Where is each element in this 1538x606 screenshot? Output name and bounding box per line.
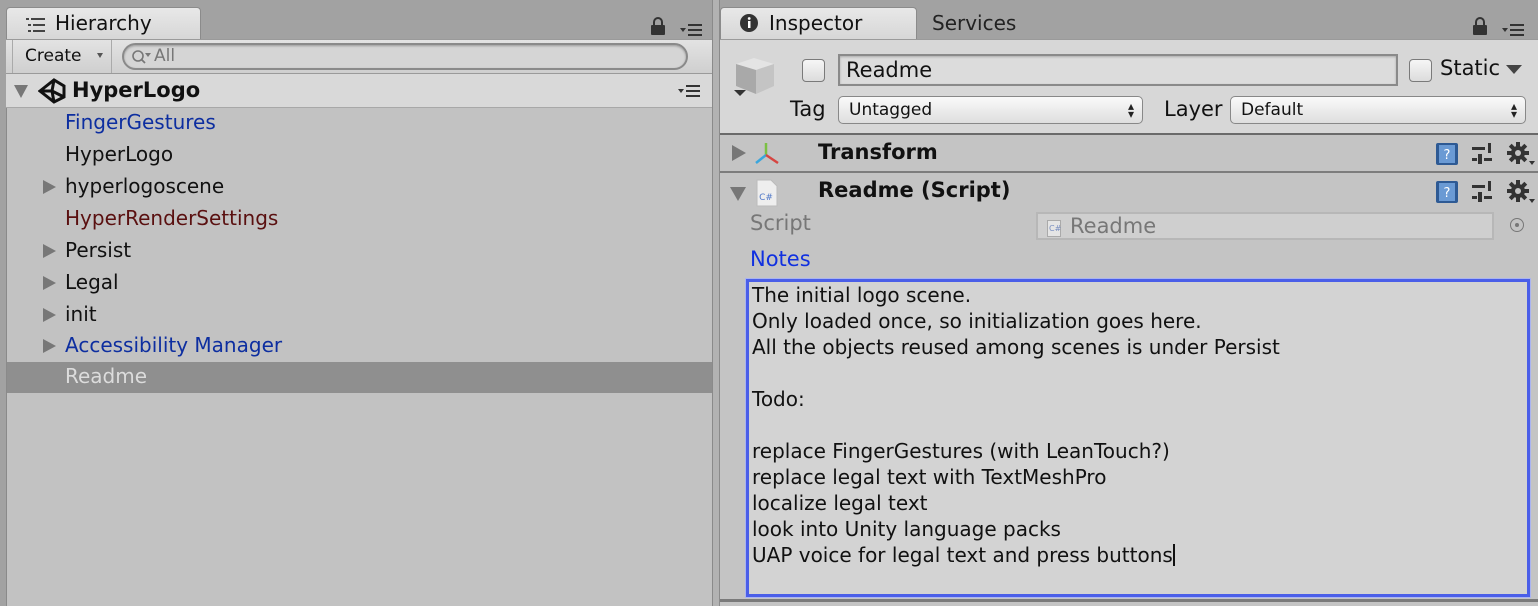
tab-hierarchy-label: Hierarchy: [55, 11, 152, 35]
hierarchy-item-selected[interactable]: Readme: [7, 362, 712, 393]
script-object-field[interactable]: C# Readme: [1036, 212, 1494, 240]
hierarchy-panel: Hierarchy Create All HyperLogo FingerGes…: [0, 0, 714, 606]
static-checkbox[interactable]: [1409, 59, 1432, 82]
hierarchy-tree: FingerGestures HyperLogo hyperlogoscene …: [6, 108, 712, 606]
expand-arrow-icon[interactable]: [732, 145, 746, 161]
svg-text:?: ?: [1444, 148, 1451, 163]
scene-name: HyperLogo: [72, 78, 201, 102]
lock-icon[interactable]: [651, 17, 665, 35]
hierarchy-item-label: init: [65, 302, 97, 326]
tag-value: Untagged: [849, 100, 933, 120]
hierarchy-toolbar: Create All: [6, 39, 712, 74]
component-transform[interactable]: Transform ?: [720, 135, 1538, 173]
scene-menu-icon[interactable]: [678, 84, 702, 98]
hierarchy-item[interactable]: Persist: [7, 236, 712, 267]
hierarchy-item[interactable]: Accessibility Manager: [7, 331, 712, 362]
divider: [720, 599, 1538, 602]
help-book-icon[interactable]: ?: [1434, 179, 1460, 209]
layer-label: Layer: [1164, 97, 1223, 121]
script-field-label: Script: [750, 211, 811, 235]
active-checkbox[interactable]: [802, 59, 825, 82]
hierarchy-item[interactable]: HyperLogo: [7, 140, 712, 171]
hierarchy-item-label: Readme: [65, 364, 148, 388]
collapse-arrow-icon[interactable]: [730, 187, 746, 201]
svg-text:?: ?: [1444, 186, 1451, 201]
layer-dropdown[interactable]: Default ▴ ▾: [1230, 96, 1526, 124]
unity-editor: Hierarchy Create All HyperLogo FingerGes…: [0, 0, 1538, 606]
create-dropdown-button[interactable]: Create: [12, 40, 112, 73]
static-dropdown-icon[interactable]: [1506, 65, 1522, 74]
hierarchy-tabstrip: Hierarchy: [0, 0, 714, 40]
preset-sliders-icon[interactable]: [1472, 179, 1494, 209]
tab-hierarchy[interactable]: Hierarchy: [6, 7, 201, 40]
panel-menu-icon[interactable]: [1502, 23, 1526, 37]
create-label: Create: [25, 46, 82, 66]
help-book-icon[interactable]: ?: [1434, 141, 1460, 171]
hierarchy-item[interactable]: HyperRenderSettings: [7, 204, 712, 235]
svg-text:C#: C#: [759, 193, 773, 203]
hierarchy-item-label: HyperRenderSettings: [65, 206, 279, 230]
hierarchy-item[interactable]: FingerGestures: [7, 108, 712, 139]
tab-inspector[interactable]: Inspector: [720, 7, 917, 40]
chevron-down-icon: [97, 53, 103, 58]
component-title: Transform: [818, 140, 938, 164]
hierarchy-item-label: Persist: [65, 238, 132, 262]
tab-inspector-label: Inspector: [769, 11, 863, 35]
gameobject-header: Readme Static Tag Untagged ▴ ▾ Layer Defa…: [720, 39, 1538, 135]
hierarchy-item-label: Accessibility Manager: [65, 333, 283, 357]
hierarchy-search-input[interactable]: All: [122, 43, 688, 70]
object-picker-icon[interactable]: [1510, 218, 1524, 232]
csharp-script-icon: C#: [756, 179, 778, 211]
search-placeholder: All: [154, 46, 176, 66]
hierarchy-item-label: hyperlogoscene: [65, 174, 225, 198]
updown-arrows-icon: ▴ ▾: [1510, 99, 1517, 121]
unity-logo-icon: [37, 78, 66, 108]
text-cursor: [1172, 544, 1175, 566]
script-field-value: Readme: [1070, 214, 1157, 238]
inspector-panel: Inspector Services Readme Static Tag Unt…: [720, 0, 1538, 606]
component-readme-script[interactable]: C# Readme (Script) ?: [720, 173, 1538, 211]
transform-axes-icon: [754, 141, 780, 171]
updown-arrows-icon: ▴ ▾: [1127, 99, 1134, 121]
tag-label: Tag: [790, 97, 826, 121]
expand-arrow-icon[interactable]: [43, 308, 56, 322]
search-icon: [132, 49, 154, 69]
component-title: Readme (Script): [818, 178, 1011, 202]
expand-arrow-icon[interactable]: [43, 244, 56, 258]
expand-arrow-icon[interactable]: [43, 276, 56, 290]
hierarchy-item-label: FingerGestures: [65, 110, 216, 134]
gameobject-cube-icon[interactable]: [732, 54, 778, 104]
expand-arrow-icon[interactable]: [43, 180, 56, 194]
readme-script-body: Script C# Readme Notes The initial logo …: [720, 211, 1538, 606]
hierarchy-item-label: Legal: [65, 270, 119, 294]
lock-icon[interactable]: [1473, 17, 1487, 35]
layer-value: Default: [1241, 100, 1304, 120]
notes-textarea[interactable]: The initial logo scene. Only loaded once…: [745, 278, 1531, 598]
hierarchy-list-icon: [26, 14, 46, 38]
notes-text: The initial logo scene. Only loaded once…: [752, 283, 1280, 567]
object-name-input[interactable]: Readme: [838, 54, 1398, 86]
info-icon: [739, 13, 759, 38]
inspector-tabstrip: Inspector Services: [720, 0, 1538, 40]
panel-splitter[interactable]: [712, 0, 720, 606]
hierarchy-item[interactable]: init: [7, 300, 712, 331]
notes-label: Notes: [750, 247, 811, 271]
gear-icon[interactable]: [1506, 179, 1536, 209]
scene-header[interactable]: HyperLogo: [6, 74, 712, 108]
tab-services-label: Services: [932, 11, 1017, 35]
tag-dropdown[interactable]: Untagged ▴ ▾: [838, 96, 1143, 124]
tab-services[interactable]: Services: [917, 7, 1047, 40]
panel-menu-icon[interactable]: [680, 23, 704, 37]
expand-arrow-icon[interactable]: [43, 339, 56, 353]
hierarchy-item[interactable]: hyperlogoscene: [7, 172, 712, 203]
hierarchy-item[interactable]: Legal: [7, 268, 712, 299]
expand-arrow-icon[interactable]: [14, 85, 28, 98]
hierarchy-item-label: HyperLogo: [65, 142, 174, 166]
gear-icon[interactable]: [1506, 141, 1536, 171]
static-label: Static: [1440, 56, 1501, 80]
csharp-script-icon: C#: [1047, 220, 1061, 237]
preset-sliders-icon[interactable]: [1472, 141, 1494, 171]
